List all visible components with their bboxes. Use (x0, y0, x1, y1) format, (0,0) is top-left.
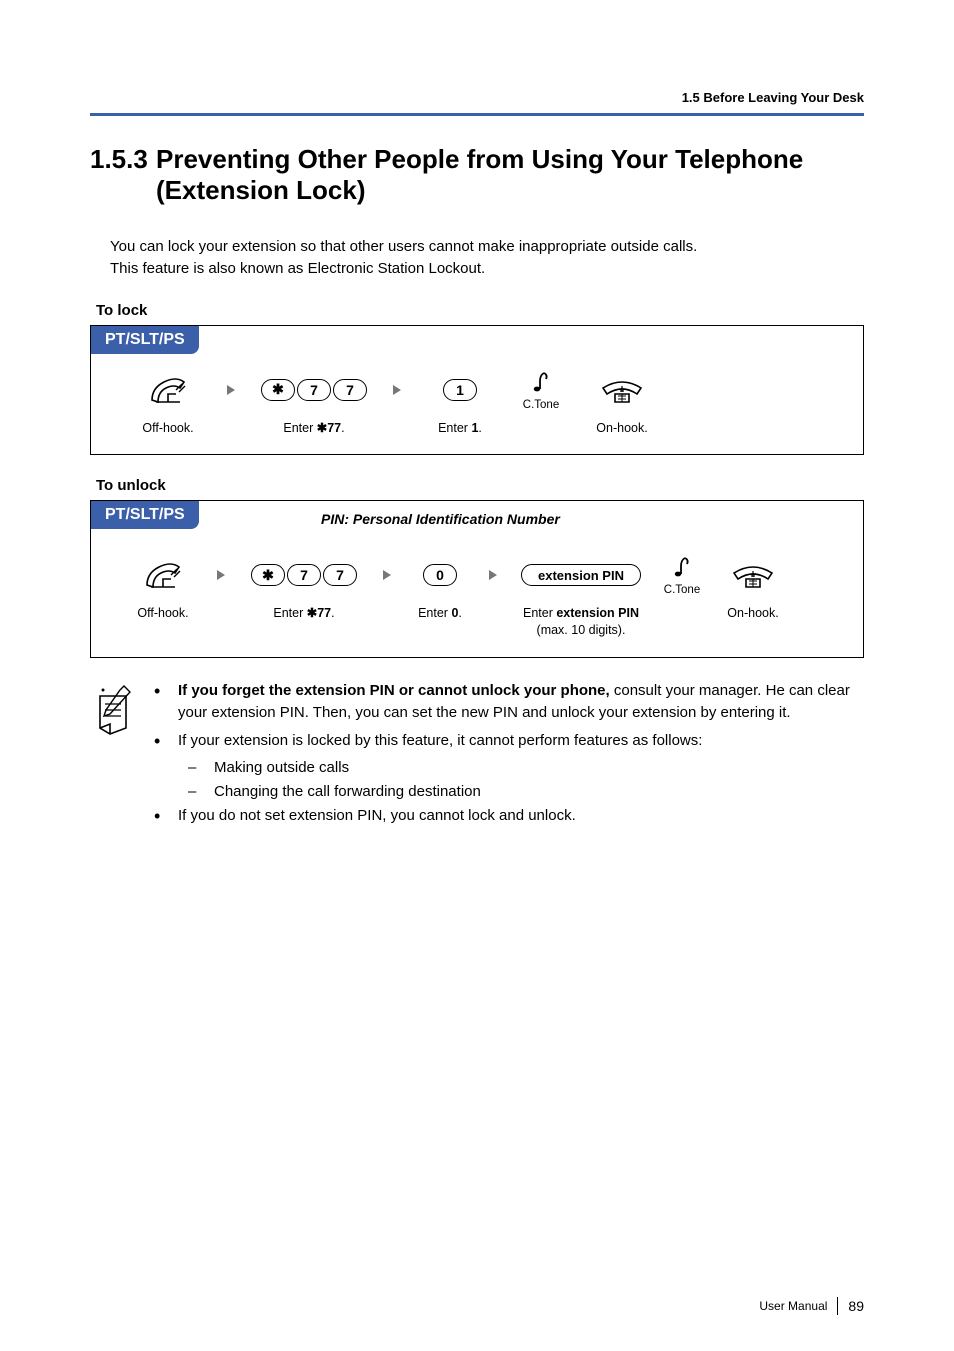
arrow-icon (481, 553, 505, 597)
enter0-caption: Enter 0. (418, 605, 462, 622)
running-head: 1.5 Before Leaving Your Desk (90, 90, 864, 116)
caption-text: . (478, 421, 481, 435)
onhook-caption: On-hook. (596, 420, 647, 437)
step-offhook: Off-hook. (123, 368, 213, 437)
note-bullet-2: • If your extension is locked by this fe… (154, 730, 864, 752)
caption-bold: 77 (327, 421, 341, 435)
note2-text: If your extension is locked by this feat… (178, 730, 702, 752)
page-number: 89 (848, 1298, 864, 1314)
note2-dash2-text: Changing the call forwarding destination (214, 781, 481, 803)
step-offhook: Off-hook. (123, 553, 203, 622)
key-7: 7 (287, 564, 321, 586)
note-dash-1: –Making outside calls (188, 757, 864, 779)
intro-line1: You can lock your extension so that othe… (110, 238, 697, 255)
onhook-caption: On-hook. (727, 605, 778, 622)
music-note-icon (530, 369, 552, 395)
offhook-caption: Off-hook. (137, 605, 188, 622)
note-dash-2: –Changing the call forwarding destinatio… (188, 781, 864, 803)
to-unlock-heading: To unlock (96, 477, 864, 494)
lock-procedure-box: PT/SLT/PS Off-hook. ✱ (90, 325, 864, 456)
enter-star77-caption: Enter ✱77. (273, 605, 334, 622)
arrow-icon (385, 368, 409, 412)
onhook-icon (728, 559, 778, 591)
step-enter-star77: ✱ 7 7 Enter ✱77. (239, 553, 369, 622)
step-ctone: C.Tone (511, 368, 571, 437)
note3-text: If you do not set extension PIN, you can… (178, 805, 576, 827)
caption-text: Enter (438, 421, 471, 435)
enter-star77-caption: Enter ✱77. (283, 420, 344, 437)
note1-bold: If you forget the extension PIN or canno… (178, 682, 610, 699)
caption-text: Enter (273, 606, 306, 620)
step-onhook: On-hook. (713, 553, 793, 622)
step-enter-0: 0 Enter 0. (405, 553, 475, 622)
step-extension-pin: extension PIN Enter extension PIN (max. … (511, 553, 651, 639)
key-1: 1 (443, 379, 477, 401)
pin-definition: PIN: Personal Identification Number (321, 511, 560, 527)
note-bullet-1: • If you forget the extension PIN or can… (154, 680, 864, 724)
page-footer: User Manual 89 (759, 1297, 864, 1315)
arrow-icon (219, 368, 243, 412)
device-tab-unlock: PT/SLT/PS (91, 501, 199, 529)
lock-steps-row: Off-hook. ✱ 7 7 Enter ✱77. (105, 364, 849, 441)
ctone-label: C.Tone (523, 399, 559, 411)
enter1-caption: Enter 1. (438, 420, 482, 437)
intro-line2: This feature is also known as Electronic… (110, 260, 485, 277)
offhook-icon (141, 557, 185, 593)
caption-text: Enter (418, 606, 451, 620)
key-extension-pin: extension PIN (521, 564, 641, 586)
offhook-icon (146, 372, 190, 408)
unlock-steps-row: Off-hook. ✱ 7 7 Enter ✱77. (105, 549, 849, 643)
section-heading-text: Preventing Other People from Using Your … (156, 144, 864, 206)
footer-separator (837, 1297, 838, 1315)
notes-block: • If you forget the extension PIN or can… (90, 680, 864, 833)
key-star: ✱ (251, 564, 285, 586)
device-tab-lock: PT/SLT/PS (91, 326, 199, 354)
caption-bold: extension PIN (556, 606, 639, 620)
notepad-icon (90, 680, 138, 833)
caption-text: . (458, 606, 461, 620)
section-title: 1.5.3 Preventing Other People from Using… (90, 144, 864, 206)
note-bullet-3: • If you do not set extension PIN, you c… (154, 805, 864, 827)
key-0: 0 (423, 564, 457, 586)
caption-text: . (331, 606, 334, 620)
footer-label: User Manual (759, 1299, 827, 1313)
caption-text: Enter (283, 421, 316, 435)
music-note-icon (671, 554, 693, 580)
caption-text: . (341, 421, 344, 435)
key-star: ✱ (261, 379, 295, 401)
intro-paragraph: You can lock your extension so that othe… (110, 236, 864, 280)
key-7: 7 (323, 564, 357, 586)
step-ctone: C.Tone (657, 553, 707, 622)
arrow-icon (209, 553, 233, 597)
ctone-label: C.Tone (664, 584, 700, 596)
key-7: 7 (297, 379, 331, 401)
caption-bold: 77 (317, 606, 331, 620)
step-enter-star77: ✱ 7 7 Enter ✱77. (249, 368, 379, 437)
key-7: 7 (333, 379, 367, 401)
step-enter-1: 1 Enter 1. (415, 368, 505, 437)
step-onhook: On-hook. (577, 368, 667, 437)
arrow-icon (375, 553, 399, 597)
extension-pin-caption: Enter extension PIN (max. 10 digits). (523, 605, 639, 639)
onhook-icon (597, 374, 647, 406)
offhook-caption: Off-hook. (142, 420, 193, 437)
to-lock-heading: To lock (96, 302, 864, 319)
unlock-procedure-box: PT/SLT/PS PIN: Personal Identification N… (90, 500, 864, 658)
caption-text: (max. 10 digits). (537, 623, 626, 637)
caption-text: Enter (523, 606, 556, 620)
section-number: 1.5.3 (90, 144, 156, 206)
note2-dash1-text: Making outside calls (214, 757, 349, 779)
